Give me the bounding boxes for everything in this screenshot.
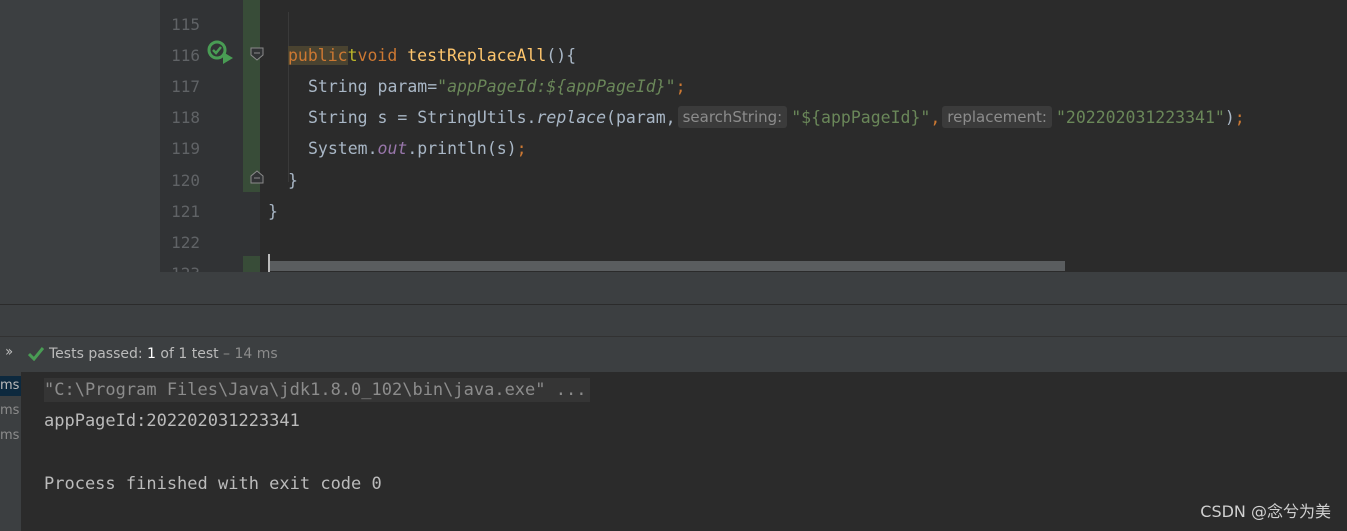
method-call-token: replace (536, 108, 607, 127)
string-literal: "appPageId:${appPageId}" (437, 77, 676, 96)
parameter-hint: searchString: (677, 106, 788, 128)
check-icon (28, 347, 44, 361)
code-line-120[interactable]: } (288, 165, 298, 196)
code-token: String s = StringUtils. (308, 108, 537, 127)
vcs-change-marker[interactable] (243, 256, 260, 272)
line-number: 122 (171, 233, 200, 252)
code-token: .println(s) (407, 139, 517, 158)
line-number: 117 (171, 77, 200, 96)
test-duration: 14 ms (234, 346, 278, 362)
line-number: 119 (171, 139, 200, 158)
fold-end-icon[interactable] (250, 170, 264, 184)
line-number: 121 (171, 202, 200, 221)
string-literal: "202202031223341" (1055, 108, 1225, 127)
test-summary: Tests passed: 1 of 1 test – 14 ms (49, 346, 278, 362)
console-output-line: appPageId:202202031223341 (44, 411, 300, 431)
line-number: 120 (171, 171, 200, 190)
text-caret (268, 254, 270, 272)
code-token: (){ (546, 46, 577, 65)
code-token: ) (1224, 108, 1235, 127)
code-token: (param, (606, 108, 676, 127)
code-token: String param= (308, 77, 438, 96)
semicolon: ; (1234, 108, 1245, 127)
code-line-116[interactable]: public void testReplaceAll(){ (288, 40, 576, 71)
code-line-118[interactable]: String s = StringUtils.replace(param, sea… (308, 102, 1245, 133)
code-line-117[interactable]: String param="appPageId:${appPageId}"; (308, 71, 686, 102)
line-number: 116 (171, 46, 200, 65)
test-status-bar: ›› Tests passed: 1 of 1 test – 14 ms (0, 336, 1347, 373)
run-tool-window-header (0, 304, 1347, 337)
vcs-change-marker[interactable] (243, 0, 260, 192)
line-number: 115 (171, 15, 200, 34)
semicolon: ; (516, 139, 527, 158)
test-tree-row-time[interactable]: ms (0, 426, 21, 446)
run-test-icon[interactable] (207, 40, 235, 64)
line-number: 118 (171, 108, 200, 127)
semicolon: ; (675, 77, 686, 96)
code-line-115[interactable]: @Test (288, 9, 358, 65)
total-count: of 1 test (155, 346, 219, 362)
test-tree-panel[interactable]: ms ms ms (0, 372, 21, 531)
console-exit-message: Process finished with exit code 0 (44, 474, 382, 494)
closing-brace: } (268, 202, 278, 221)
keyword-token: void (357, 46, 398, 65)
line-number: 123 (160, 258, 200, 272)
code-line-121[interactable]: } (268, 196, 278, 227)
test-tree-row-time[interactable]: ms (0, 376, 21, 396)
console-command-line[interactable]: "C:\Program Files\Java\jdk1.8.0_102\bin\… (44, 378, 591, 402)
parameter-hint: replacement: (942, 106, 1052, 128)
separator: – (218, 346, 235, 362)
closing-brace: } (288, 171, 298, 190)
keyword-token: public (288, 46, 348, 65)
test-summary-label: Tests passed: (49, 346, 148, 362)
watermark: CSDN @念兮为美 (1200, 502, 1331, 521)
code-line-119[interactable]: System.out.println(s); (308, 133, 527, 164)
passed-count: 1 (147, 346, 156, 362)
code-token: System. (308, 139, 378, 158)
static-field-token: out (377, 139, 408, 158)
horizontal-scrollbar-thumb[interactable] (268, 261, 1065, 271)
string-literal: "${appPageId}" (791, 108, 931, 127)
expand-chevron-icon[interactable]: ›› (5, 344, 13, 360)
method-name-token: testReplaceAll (407, 46, 547, 65)
project-panel-edge (0, 0, 160, 304)
fold-collapse-icon[interactable] (250, 47, 264, 61)
test-tree-row-time[interactable]: ms (0, 401, 21, 421)
editor-bottom-bar (160, 272, 1347, 304)
comma: , (930, 108, 941, 127)
